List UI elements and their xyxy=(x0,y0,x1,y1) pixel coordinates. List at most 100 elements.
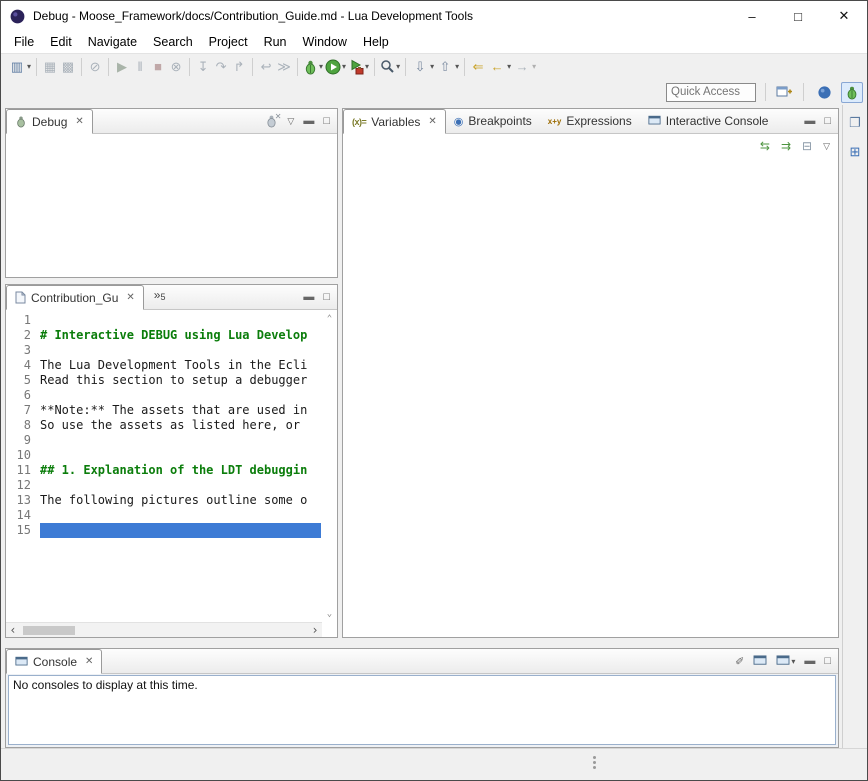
code-area[interactable]: 1 2# Interactive DEBUG using Lua Develop… xyxy=(6,313,321,538)
close-icon[interactable]: ✕ xyxy=(75,116,83,127)
menu-search[interactable]: Search xyxy=(145,33,201,51)
maximize-view-icon[interactable]: □ xyxy=(824,655,831,667)
minimize-view-icon[interactable]: ▬ xyxy=(303,291,314,303)
collapse-all-icon[interactable]: ⊟ xyxy=(802,139,812,153)
close-window-button[interactable]: ✕ xyxy=(821,1,867,31)
terminate-icon[interactable]: ■ xyxy=(149,59,167,75)
save-all-icon[interactable]: ▩ xyxy=(59,59,77,75)
menu-run[interactable]: Run xyxy=(256,33,295,51)
chevron-down-icon[interactable]: ▾ xyxy=(27,62,31,71)
show-logical-structure-icon[interactable]: ⇆ xyxy=(760,139,770,153)
minimize-view-icon[interactable]: ▬ xyxy=(804,655,815,667)
chevron-down-icon[interactable]: ▾ xyxy=(319,62,323,71)
new-wizard-icon[interactable]: ▥ xyxy=(8,59,26,75)
debug-bug-icon[interactable] xyxy=(303,59,318,75)
step-over-icon[interactable]: ↷ xyxy=(212,59,230,75)
scroll-up-icon[interactable]: ⌃ xyxy=(327,314,332,324)
forward-button[interactable]: → ▾ xyxy=(512,58,537,76)
previous-annotation-icon[interactable]: ⇧ xyxy=(436,59,454,75)
scroll-left-icon[interactable]: ‹ xyxy=(6,623,20,637)
disconnect-icon[interactable]: ⊗ xyxy=(167,59,185,75)
editor-horizontal-scrollbar[interactable]: ‹ › xyxy=(6,622,322,637)
run-icon[interactable] xyxy=(325,59,341,75)
close-icon[interactable]: ✕ xyxy=(85,656,93,667)
display-console-icon[interactable] xyxy=(753,655,767,667)
tab-interactive-console[interactable]: Interactive Console xyxy=(640,109,777,133)
skip-breakpoints-icon[interactable]: ⊘ xyxy=(86,59,104,75)
back-button[interactable]: ← ▾ xyxy=(487,58,512,76)
open-console-button[interactable]: ▾ xyxy=(776,655,795,667)
minimize-view-icon[interactable]: ▬ xyxy=(303,115,314,127)
chevron-down-icon[interactable]: ▾ xyxy=(430,62,434,71)
editor-overflow-button[interactable]: » 5 xyxy=(144,285,170,309)
chevron-down-icon[interactable]: ▾ xyxy=(455,62,459,71)
previous-annotation-button[interactable]: ⇧ ▾ xyxy=(435,58,460,76)
editor-vertical-scrollbar[interactable]: ⌃ ⌄ xyxy=(322,311,337,622)
tab-breakpoints[interactable]: ◉ Breakpoints xyxy=(446,109,540,133)
menu-edit[interactable]: Edit xyxy=(42,33,80,51)
next-annotation-icon[interactable]: ⇩ xyxy=(411,59,429,75)
perspective-debug-button[interactable] xyxy=(841,82,863,103)
pin-console-icon[interactable]: ✐ xyxy=(735,655,744,668)
resume-icon[interactable]: ▶ xyxy=(113,59,131,75)
search-button[interactable]: ▾ xyxy=(379,58,401,75)
editor-body[interactable]: 1 2# Interactive DEBUG using Lua Develop… xyxy=(6,311,337,637)
chevron-down-icon[interactable]: ▾ xyxy=(342,62,346,71)
external-tools-button[interactable]: ▾ xyxy=(347,58,370,76)
tab-debug[interactable]: Debug ✕ xyxy=(6,109,93,134)
debug-button[interactable]: ▾ xyxy=(302,58,324,76)
tab-variables[interactable]: (x)= Variables ✕ xyxy=(343,109,446,134)
drop-to-frame-icon[interactable]: ↩ xyxy=(257,59,275,75)
sash-drag-handle[interactable] xyxy=(593,756,596,759)
show-type-names-icon[interactable]: ⇉ xyxy=(781,139,791,153)
tab-contribution-guide[interactable]: Contribution_Gu ✕ xyxy=(6,285,144,310)
step-filters-icon[interactable]: ≫ xyxy=(275,59,293,75)
chevron-down-icon[interactable]: ▾ xyxy=(365,62,369,71)
next-annotation-button[interactable]: ⇩ ▾ xyxy=(410,58,435,76)
quick-access-input[interactable] xyxy=(666,83,756,102)
external-tools-icon[interactable] xyxy=(348,59,364,75)
scrollbar-thumb[interactable] xyxy=(23,626,75,635)
scroll-right-icon[interactable]: › xyxy=(308,623,322,637)
maximize-view-icon[interactable]: □ xyxy=(824,115,831,127)
open-perspective-button[interactable] xyxy=(775,84,794,100)
step-into-icon[interactable]: ↧ xyxy=(194,59,212,75)
open-perspective-icon[interactable] xyxy=(776,85,793,99)
scroll-down-icon[interactable]: ⌄ xyxy=(327,609,332,619)
new-wizard-button[interactable]: ▥ ▾ xyxy=(7,58,32,76)
perspective-ldt-button[interactable] xyxy=(813,82,836,103)
menu-window[interactable]: Window xyxy=(295,33,355,51)
debug-perspective-icon[interactable] xyxy=(845,85,859,100)
run-button[interactable]: ▾ xyxy=(324,58,347,76)
chevron-down-icon[interactable]: ▾ xyxy=(507,62,511,71)
chevron-down-icon[interactable]: ▾ xyxy=(532,62,536,71)
step-return-icon[interactable]: ↱ xyxy=(230,59,248,75)
restore-view-icon[interactable]: ❐ xyxy=(849,115,861,131)
minimize-window-button[interactable]: – xyxy=(729,1,775,31)
maximize-view-icon[interactable]: □ xyxy=(323,291,330,303)
forward-icon[interactable]: → xyxy=(513,59,531,75)
save-icon[interactable]: ▦ xyxy=(41,59,59,75)
minimize-view-icon[interactable]: ▬ xyxy=(804,115,815,127)
view-menu-icon[interactable]: ▽ xyxy=(287,116,294,127)
menu-project[interactable]: Project xyxy=(201,33,256,51)
tab-expressions[interactable]: x+y Expressions xyxy=(540,109,640,133)
tab-console[interactable]: Console ✕ xyxy=(6,649,102,674)
maximize-window-button[interactable]: □ xyxy=(775,1,821,31)
chevron-down-icon[interactable]: ▾ xyxy=(396,62,400,71)
ldt-perspective-icon[interactable] xyxy=(817,85,832,100)
search-icon[interactable] xyxy=(380,59,395,74)
close-icon[interactable]: ✕ xyxy=(428,116,436,127)
last-edit-location-icon[interactable]: ⇐ xyxy=(469,59,487,75)
back-icon[interactable]: ← xyxy=(488,59,506,75)
view-menu-icon[interactable]: ▽ xyxy=(823,141,830,152)
close-icon[interactable]: ✕ xyxy=(126,292,134,303)
menu-file[interactable]: File xyxy=(6,33,42,51)
remove-terminated-icon[interactable]: ✕ xyxy=(265,114,278,128)
menu-help[interactable]: Help xyxy=(355,33,397,51)
open-view-icon[interactable]: ⊞ xyxy=(850,144,861,160)
maximize-view-icon[interactable]: □ xyxy=(323,115,330,127)
suspend-icon[interactable]: ‖ xyxy=(131,59,149,75)
chevron-down-icon[interactable]: ▾ xyxy=(791,657,795,666)
menu-navigate[interactable]: Navigate xyxy=(80,33,145,51)
